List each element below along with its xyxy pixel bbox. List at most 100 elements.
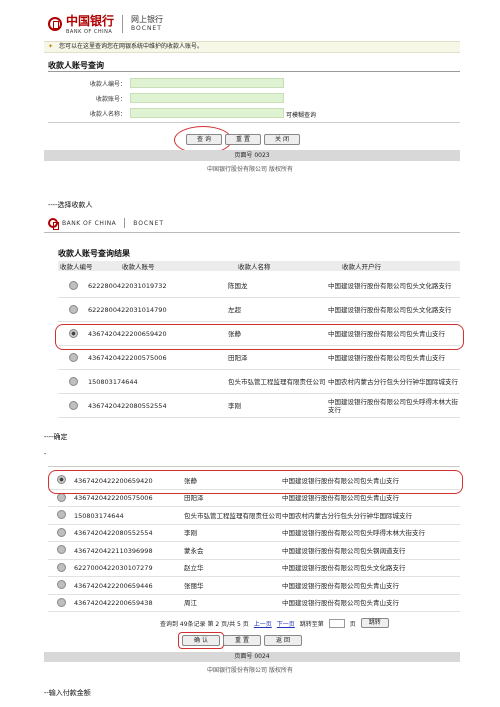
- payee-radio-cell: [48, 545, 74, 556]
- payee-bank: 中国建设银行股份有限公司包头呼得木林大街支行: [328, 398, 458, 414]
- payee-radio[interactable]: [56, 545, 66, 555]
- copyright-3: 中国银行股份有限公司 版权所有: [207, 667, 293, 674]
- payee-account: 4367420422200659446: [74, 581, 153, 590]
- query-button[interactable]: 查 询: [186, 134, 222, 145]
- payee-row[interactable]: 4367420422080552554 李刚 中国建设银行股份有限公司包头呼得木林大…: [58, 394, 460, 418]
- payee-id-label: 收款人编号：: [89, 81, 126, 88]
- form-divider: [48, 122, 460, 123]
- payee-radio-cell: [58, 352, 88, 364]
- fuzzy-hint: 可模糊查询: [286, 112, 317, 119]
- back-button[interactable]: 返 回: [264, 635, 302, 646]
- payee-bank: 中国建设银行股份有限公司包头文化路支行: [328, 282, 452, 290]
- bank-name-en-2: BANK OF CHINA: [62, 219, 117, 227]
- dash-mark: -: [44, 450, 47, 458]
- copyright: 中国银行股份有限公司 版权所有: [207, 166, 293, 173]
- payee-name: 周江: [184, 599, 197, 608]
- results-table: 收款人编号 收款人账号 收款人名称 收款人开户行: [58, 261, 460, 271]
- payee-account-input[interactable]: [130, 93, 284, 103]
- payee-radio[interactable]: [56, 492, 66, 502]
- payee-account: 6227000422030107279: [74, 564, 153, 573]
- pagination-summary: 查询到 49条记录 第 2 页/共 5 页: [160, 620, 249, 628]
- step-caption-amount: --输入付款金额: [44, 689, 91, 697]
- page-number: 页面号 0023: [234, 152, 270, 159]
- bank-header: 中国银行 BANK OF CHINA 网上银行 BOCNET: [48, 12, 163, 35]
- payee-bank: 中国建设银行股份有限公司包头呼得木林大街支行: [282, 529, 425, 538]
- payee-radio[interactable]: [56, 580, 66, 590]
- page-number-bar: 页面号 0023: [44, 150, 460, 161]
- payee-radio-cell: [48, 492, 74, 504]
- payee-row[interactable]: 4367420422080552554 李刚 中国建设银行股份有限公司包头呼得木林大…: [48, 525, 460, 542]
- results-header-row: 收款人编号 收款人账号 收款人名称 收款人开户行: [58, 261, 460, 271]
- payee-radio-cell: [58, 376, 88, 388]
- payee-radio[interactable]: [68, 376, 78, 386]
- payee-bank: 中国建设银行股份有限公司包头青山支行: [282, 599, 399, 608]
- close-button[interactable]: 关 闭: [264, 134, 300, 145]
- payee-bank: 中国农村内蒙古分行包头分行钟华国际城支行: [282, 511, 412, 520]
- payee-name: 张丽华: [184, 581, 204, 590]
- payee-id-input[interactable]: [130, 78, 284, 88]
- payee-name: 左超: [228, 306, 241, 314]
- payee-name: 包头市弘管工程监理有限责任公司: [184, 511, 282, 520]
- payee-row[interactable]: 4367420422110396998 蒙永会 中国建设银行股份有限公司包头钢阔道支…: [48, 542, 460, 560]
- payee-account: 6222800422031014790: [88, 306, 167, 314]
- payee-radio[interactable]: [56, 510, 66, 520]
- payee-name: 田阳泽: [184, 494, 204, 503]
- payee-name-label: 收款人名称：: [89, 111, 126, 118]
- payee-name: 李刚: [228, 402, 241, 410]
- tip-text: 您可以在这里查询您在网银系统中维护的收款人账号。: [58, 43, 203, 50]
- payee-row[interactable]: 4367420422200659446 张丽华 中国建设银行股份有限公司包头青山支行: [48, 577, 460, 595]
- payee-bank: 中国建设银行股份有限公司包头文化路支行: [328, 306, 452, 314]
- bank-name-cn: 中国银行: [66, 14, 115, 28]
- next-page-link[interactable]: 下一页: [277, 619, 295, 628]
- payee-radio[interactable]: [68, 304, 78, 314]
- jump-page-input[interactable]: [328, 618, 345, 628]
- payee-account: 4367420422110396998: [74, 546, 153, 555]
- payee-bank: 中国建设银行股份有限公司包头青山支行: [282, 494, 399, 503]
- payee-radio-cell: [48, 580, 74, 591]
- payee-account-label: 收款账号：: [95, 96, 126, 103]
- payee-radio-cell: [48, 597, 74, 609]
- reset-button-3[interactable]: 重 置: [223, 635, 261, 646]
- payee-radio[interactable]: [56, 562, 66, 572]
- bank-name-en: BANK OF CHINA: [66, 29, 113, 35]
- header-divider-2: [124, 218, 126, 228]
- tip-icon: ✦: [48, 43, 54, 50]
- payee-radio[interactable]: [68, 280, 78, 290]
- payee-radio[interactable]: [56, 597, 66, 607]
- payee-account: 150803174644: [74, 511, 124, 520]
- payee-account: 4367420422200575006: [74, 494, 153, 503]
- payee-name: 陈国龙: [228, 282, 248, 290]
- prev-page-link[interactable]: 上一页: [254, 619, 272, 628]
- jump-button[interactable]: 跳转: [360, 618, 389, 628]
- payee-radio-cell: [48, 527, 74, 539]
- payee-name: 包头市弘管工程监理有限责任公司: [228, 378, 326, 386]
- payee-bank: 中国建设银行股份有限公司包头青山支行: [328, 354, 445, 362]
- service-name-en: BOCNET: [131, 24, 162, 32]
- payee-radio[interactable]: [68, 400, 78, 410]
- selected-row-highlight: [55, 324, 464, 350]
- tip-bar: ✦ 您可以在这里查询您在网银系统中维护的收款人账号。: [44, 41, 460, 53]
- page-number-bar-3: 页面号 0024: [44, 652, 460, 662]
- payee-account: 6222800422031019732: [88, 282, 167, 290]
- confirm-button[interactable]: 确 认: [182, 635, 220, 646]
- reset-button[interactable]: 重 置: [225, 134, 261, 145]
- step-caption-select: ----选择收款人: [48, 201, 93, 209]
- payee-radio-cell: [48, 510, 74, 521]
- payee-radio[interactable]: [56, 527, 66, 537]
- query-title: 收款人账号查询: [48, 61, 104, 70]
- payee-row[interactable]: 150803174644 包头市弘管工程监理有限责任公司 中国农村内蒙古分行包头分行…: [58, 370, 460, 394]
- row-separator: [58, 417, 460, 418]
- payee-account: 4367420422080552554: [74, 529, 153, 538]
- payee-row[interactable]: 4367420422200659438 周江 中国建设银行股份有限公司包头青山支行: [48, 595, 460, 612]
- payee-row[interactable]: 6222800422031019732 陈国龙 中国建设银行股份有限公司包头文化路支…: [58, 274, 460, 298]
- payee-row[interactable]: 150803174644 包头市弘管工程监理有限责任公司 中国农村内蒙古分行包头分行…: [48, 507, 460, 525]
- header-rule-2: [44, 232, 460, 233]
- header-divider: [122, 14, 124, 33]
- payee-name-input[interactable]: [130, 108, 284, 118]
- payee-bank: 中国建设银行股份有限公司包头文化路支行: [282, 564, 406, 573]
- payee-row[interactable]: 6222800422031014790 左超 中国建设银行股份有限公司包头文化路支行: [58, 298, 460, 322]
- payee-radio[interactable]: [68, 352, 78, 362]
- payee-bank: 中国农村内蒙古分行包头分行钟华国际城支行: [328, 378, 458, 386]
- payee-row[interactable]: 6227000422030107279 赵立华 中国建设银行股份有限公司包头文化路支…: [48, 560, 460, 577]
- query-button-row: 查 询 重 置 关 闭: [186, 134, 300, 145]
